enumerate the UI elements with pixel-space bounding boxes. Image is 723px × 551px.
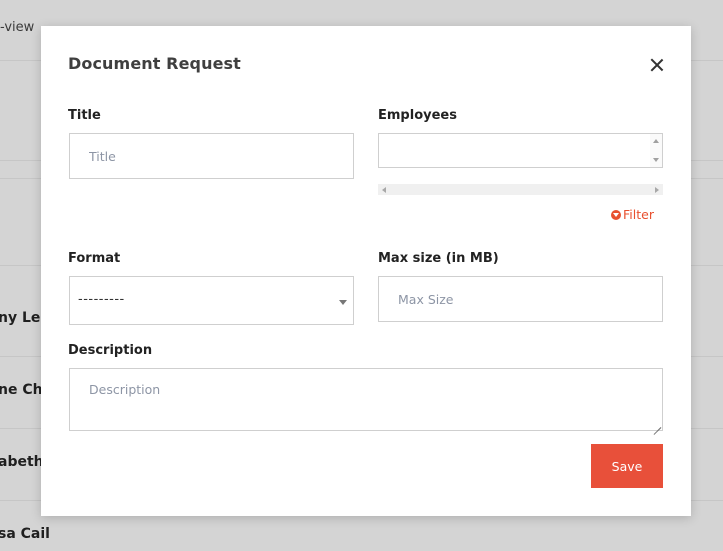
chevron-down-icon [339,300,347,305]
scroll-right-icon[interactable] [655,187,659,193]
scroll-down-icon[interactable] [653,158,659,162]
document-request-modal: Document Request Title Employees Filter … [41,26,691,516]
filter-icon [611,209,621,220]
close-icon[interactable] [647,55,667,75]
employees-horizontal-scrollbar[interactable] [378,184,663,195]
filter-label: Filter [623,207,654,222]
max-size-label: Max size (in MB) [378,251,499,266]
format-select[interactable]: --------- [69,276,354,325]
format-selected-value: --------- [78,292,125,307]
format-label: Format [68,251,121,266]
description-textarea[interactable] [69,368,663,431]
employees-scrollbar[interactable] [650,134,662,167]
background-employee-name: ne Ch [0,382,43,398]
employees-label: Employees [378,108,457,123]
resize-handle-icon[interactable] [652,419,662,429]
modal-title: Document Request [68,54,241,73]
scroll-up-icon[interactable] [653,139,659,143]
filter-link[interactable]: Filter [611,207,654,222]
background-view-label: -view [0,20,35,35]
background-employee-name: sa Cail [0,526,50,542]
background-employee-name: abeth [0,454,44,470]
description-label: Description [68,343,153,358]
max-size-input[interactable] [378,276,663,322]
scroll-left-icon[interactable] [382,187,386,193]
save-button[interactable]: Save [591,444,663,488]
employees-select[interactable] [378,133,663,168]
title-input[interactable] [69,133,354,179]
title-label: Title [68,108,101,123]
